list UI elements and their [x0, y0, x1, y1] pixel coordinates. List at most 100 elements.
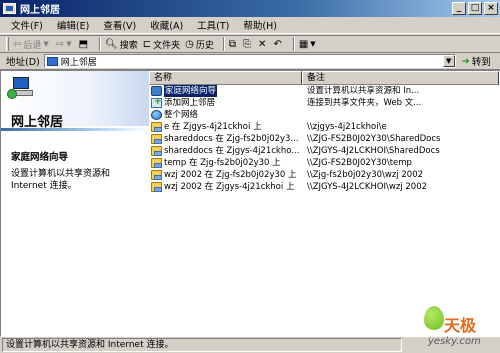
- menu-file[interactable]: 文件(F): [4, 18, 50, 32]
- network-share-icon: [151, 146, 162, 156]
- pane-divider: [1, 128, 149, 131]
- address-dropdown-button[interactable]: ▼: [442, 55, 455, 67]
- search-button[interactable]: 🔍︎ 搜索: [105, 38, 138, 51]
- folders-button[interactable]: ⊏ 文件夹: [143, 38, 180, 51]
- address-label: 地址(D): [6, 57, 40, 68]
- go-arrow-icon: ➔: [461, 55, 470, 67]
- copy-to-button[interactable]: ⎘: [243, 39, 253, 50]
- list-item-name-cell: shareddocs 在 Zjgys-4j21ckho...: [149, 145, 302, 157]
- status-text: 设置计算机以共享资源和 Internet 连接。: [2, 338, 402, 352]
- minimize-button[interactable]: _: [452, 2, 466, 15]
- yesky-logo-icon: [424, 306, 444, 330]
- list-item-name: shareddocs 在 Zjgys-4j21ckho...: [164, 146, 300, 156]
- undo-button[interactable]: ↶: [273, 39, 283, 50]
- list-item[interactable]: shareddocs 在 Zjg-fs2b0j02y3... \\ZJG-FS2B…: [149, 133, 499, 145]
- move-to-button[interactable]: ⧉: [229, 39, 238, 50]
- list-item-comment: \\ZJG-FS2B0J02Y30\temp: [307, 158, 412, 168]
- column-header-comment[interactable]: 备注: [302, 71, 499, 85]
- menu-edit[interactable]: 编辑(E): [50, 18, 96, 32]
- list-item-name-cell: 添加网上邻居: [149, 97, 302, 109]
- toolbar-grip[interactable]: [6, 37, 9, 51]
- go-button[interactable]: ➔ 转到: [461, 54, 491, 69]
- watermark-site: yesky.com: [428, 336, 481, 347]
- list-item-name: wzj 2002 在 Zjg-fs2b0j02y30 上: [164, 170, 297, 180]
- list-item-comment: \\ZJGYS-4J2LCKHOI\wzj 2002: [307, 182, 428, 192]
- forward-button[interactable]: ⇨ ▼: [56, 39, 74, 50]
- back-button[interactable]: ⇦ 后退 ▼: [13, 38, 51, 51]
- maximize-button[interactable]: □: [468, 2, 482, 15]
- menu-help[interactable]: 帮助(H): [236, 18, 284, 32]
- network-share-icon: [151, 134, 162, 144]
- watermark-brand: 天极: [444, 316, 477, 335]
- standard-toolbar: ⇦ 后退 ▼ ⇨ ▼ ⬒ 🔍︎ 搜索 ⊏ 文件夹 ◷ 历史 ⧉ ⎘ ✕ ↶ ▦ …: [0, 35, 500, 53]
- list-item-name: wzj 2002 在 Zjgys-4j21ckhoi 上: [164, 182, 295, 192]
- list-item[interactable]: e 在 Zjgys-4j21ckhoi 上 \\zjgys-4j21ckhoi\e: [149, 121, 499, 133]
- move-to-icon: ⧉: [228, 38, 237, 50]
- list-item-name-cell: wzj 2002 在 Zjg-fs2b0j02y30 上: [149, 169, 302, 181]
- folder-up-icon: ⬒: [78, 38, 89, 50]
- delete-button[interactable]: ✕: [258, 39, 268, 50]
- menu-favorites[interactable]: 收藏(A): [143, 18, 190, 32]
- address-input[interactable]: 网上邻居 ▼: [43, 54, 456, 68]
- chevron-down-icon: ▼: [310, 40, 316, 48]
- list-header: 名称 备注: [149, 71, 499, 85]
- column-header-name[interactable]: 名称: [149, 71, 302, 85]
- list-item-name: shareddocs 在 Zjg-fs2b0j02y3...: [164, 134, 299, 144]
- title-bar: 网上邻居 _ □ ×: [0, 0, 500, 17]
- history-icon: ◷: [185, 38, 194, 50]
- close-button[interactable]: ×: [484, 2, 498, 15]
- folder-content: 网上邻居 家庭网络向导 设置计算机以共享资源和 Internet 连接。 名称 …: [0, 70, 500, 337]
- copy-to-icon: ⎘: [243, 38, 252, 50]
- list-item[interactable]: wzj 2002 在 Zjgys-4j21ckhoi 上 \\ZJGYS-4J2L…: [149, 181, 499, 193]
- network-places-icon: [46, 56, 58, 66]
- window-controls: _ □ ×: [452, 2, 498, 15]
- list-item[interactable]: shareddocs 在 Zjgys-4j21ckho... \\ZJGYS-4J…: [149, 145, 499, 157]
- list-item-comment: \\zjgys-4j21ckhoi\e: [307, 122, 387, 132]
- network-share-icon: [151, 158, 162, 168]
- list-item-name-cell: 家庭网络向导: [149, 85, 302, 97]
- up-button[interactable]: ⬒: [79, 39, 90, 50]
- list-item-comment: \\ZJG-FS2B0J02Y30\SharedDocs: [307, 134, 441, 144]
- network-places-icon: [3, 3, 16, 14]
- views-button[interactable]: ▦ ▼: [299, 39, 318, 50]
- list-item[interactable]: temp 在 Zjg-fs2b0j02y30 上 \\ZJG-FS2B0J02Y3…: [149, 157, 499, 169]
- list-item-name-cell: shareddocs 在 Zjg-fs2b0j02y3...: [149, 133, 302, 145]
- toolbar-separator: [222, 37, 225, 51]
- entire-network-icon: [151, 110, 162, 120]
- list-item[interactable]: 家庭网络向导 设置计算机以共享资源和 In...: [149, 85, 499, 97]
- list-rows: 家庭网络向导 设置计算机以共享资源和 In... 添加网上邻居 连接到共享文件夹，We…: [149, 85, 499, 193]
- chevron-down-icon: ▼: [43, 40, 49, 48]
- list-item-name-cell: e 在 Zjgys-4j21ckhoi 上: [149, 121, 302, 133]
- wizard-icon: [151, 86, 162, 96]
- menu-bar: 文件(F) 编辑(E) 查看(V) 收藏(A) 工具(T) 帮助(H): [0, 17, 500, 34]
- toolbar-separator: [292, 37, 295, 51]
- list-item-name-cell: wzj 2002 在 Zjgys-4j21ckhoi 上: [149, 181, 302, 193]
- network-share-icon: [151, 182, 162, 192]
- menu-tools[interactable]: 工具(T): [190, 18, 236, 32]
- list-item-name: 整个网络: [164, 110, 199, 120]
- list-item-name-cell: temp 在 Zjg-fs2b0j02y30 上: [149, 157, 302, 169]
- chevron-down-icon: ▼: [66, 40, 72, 48]
- add-place-icon: [151, 97, 162, 108]
- forward-arrow-icon: ⇨: [55, 38, 65, 50]
- selected-item-description: 设置计算机以共享资源和 Internet 连接。: [11, 169, 111, 191]
- list-item-comment: 设置计算机以共享资源和 In...: [307, 86, 420, 96]
- list-item-name: 家庭网络向导: [164, 85, 218, 97]
- delete-icon: ✕: [258, 38, 267, 50]
- history-button[interactable]: ◷ 历史: [185, 38, 214, 51]
- list-item-name: e 在 Zjgys-4j21ckhoi 上: [164, 122, 262, 132]
- list-item-name-cell: 整个网络: [149, 109, 302, 121]
- selected-item-name: 家庭网络向导: [11, 152, 69, 163]
- list-item-comment: \\Zjg-fs2b0j02y30\wzj 2002: [307, 170, 424, 180]
- menu-view[interactable]: 查看(V): [96, 18, 143, 32]
- list-item-comment: \\ZJGYS-4J2LCKHOI\SharedDocs: [307, 146, 440, 156]
- pane-header: 网上邻居: [1, 71, 149, 130]
- list-item[interactable]: 添加网上邻居 连接到共享文件夹，Web 文...: [149, 97, 499, 109]
- network-places-large-icon: [7, 77, 35, 101]
- list-item[interactable]: 整个网络: [149, 109, 499, 121]
- list-item-name: 添加网上邻居: [164, 98, 216, 108]
- undo-icon: ↶: [273, 38, 282, 50]
- list-item[interactable]: wzj 2002 在 Zjg-fs2b0j02y30 上 \\Zjg-fs2b0j…: [149, 169, 499, 181]
- folders-icon: ⊏: [142, 38, 152, 50]
- network-share-icon: [151, 170, 162, 180]
